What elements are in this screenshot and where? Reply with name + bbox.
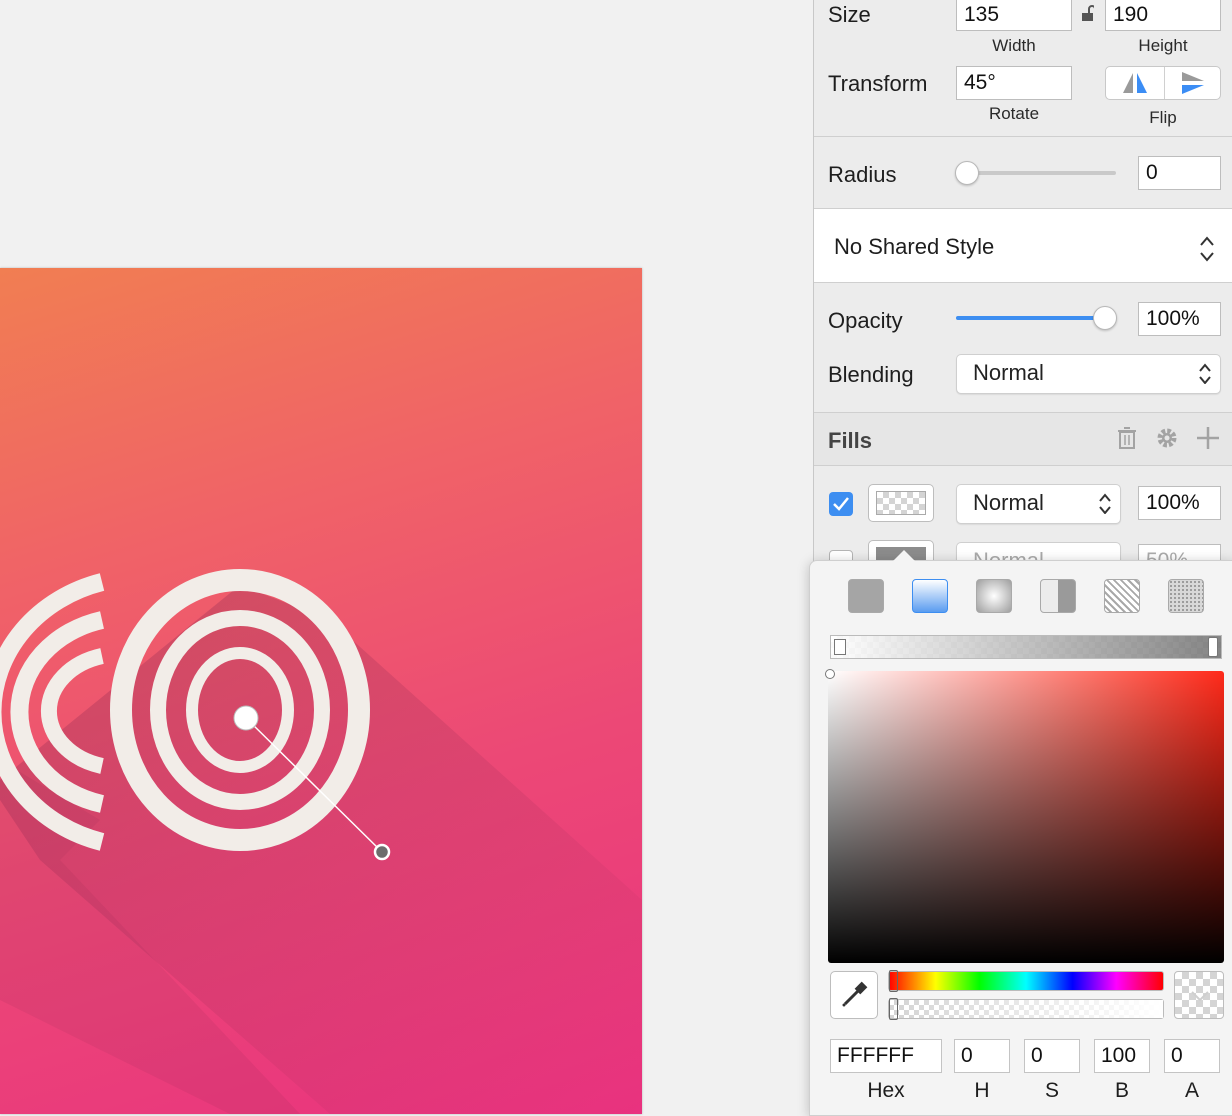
- opacity-label: Opacity: [828, 308, 903, 333]
- color-picker-cursor[interactable]: [825, 669, 835, 679]
- flip-vertical-icon[interactable]: [1164, 67, 1220, 99]
- saturation-field[interactable]: 0: [1024, 1039, 1080, 1073]
- fills-title: Fills: [828, 428, 873, 453]
- fill-blend-value: Normal: [973, 490, 1044, 515]
- flip-button-group: [1105, 66, 1221, 100]
- size-label: Size: [828, 2, 871, 27]
- color-preset-swatch[interactable]: [1174, 971, 1224, 1019]
- eyedropper-button[interactable]: [830, 971, 878, 1019]
- height-label: Height: [1138, 36, 1188, 55]
- gradient-bar[interactable]: [830, 635, 1222, 659]
- radius-field[interactable]: 0: [1138, 156, 1221, 190]
- alpha-field[interactable]: 0: [1164, 1039, 1220, 1073]
- flat-color-button[interactable]: [848, 579, 884, 613]
- radial-gradient-button[interactable]: [976, 579, 1012, 613]
- angular-gradient-button[interactable]: [1040, 579, 1076, 613]
- updown-chevron-icon: [1199, 363, 1211, 384]
- eyedropper-icon: [842, 981, 868, 1007]
- hue-slider[interactable]: [888, 971, 1164, 991]
- updown-chevron-icon: [1099, 493, 1111, 514]
- blending-label: Blending: [828, 362, 914, 387]
- flip-label: Flip: [1149, 108, 1177, 127]
- radius-slider-track[interactable]: [956, 171, 1116, 175]
- hue-slider-knob[interactable]: [889, 970, 898, 992]
- linear-gradient-button[interactable]: [912, 579, 948, 613]
- blending-select[interactable]: Normal: [956, 354, 1221, 394]
- popover-arrow: [892, 550, 916, 562]
- radius-slider-knob[interactable]: [955, 161, 979, 185]
- noise-fill-button[interactable]: [1168, 579, 1204, 613]
- saturation-label: S: [1044, 1079, 1059, 1102]
- lock-icon[interactable]: [1081, 5, 1096, 21]
- fills-header: Fills: [814, 413, 1232, 465]
- brightness-label: B: [1114, 1079, 1129, 1102]
- updown-chevron-icon: [1200, 236, 1214, 262]
- opacity-field[interactable]: 100%: [1138, 302, 1221, 336]
- artboard[interactable]: [0, 268, 642, 1114]
- gradient-stop-end[interactable]: [1208, 637, 1218, 657]
- flip-horizontal-icon[interactable]: [1106, 67, 1165, 99]
- shared-style-value: No Shared Style: [834, 234, 995, 259]
- fill-color-swatch[interactable]: [868, 484, 934, 522]
- alpha-slider-knob[interactable]: [889, 998, 898, 1020]
- pattern-fill-button[interactable]: [1104, 579, 1140, 613]
- alpha-label: A: [1184, 1079, 1199, 1102]
- gradient-stop-start[interactable]: [834, 639, 846, 655]
- color-picker-popover[interactable]: FFFFFF 0 0 100 0 Hex H S B A: [809, 550, 1232, 1116]
- hue-label: H: [974, 1079, 990, 1102]
- hex-label: Hex: [867, 1079, 905, 1102]
- opacity-slider-knob[interactable]: [1093, 306, 1117, 330]
- fill-opacity-field[interactable]: 100%: [1138, 486, 1221, 520]
- plus-icon[interactable]: [1196, 426, 1220, 450]
- rotate-label: Rotate: [988, 104, 1040, 123]
- color-saturation-area[interactable]: [828, 671, 1224, 963]
- gear-icon[interactable]: [1155, 426, 1179, 450]
- radius-label: Radius: [828, 162, 897, 187]
- transform-label: Transform: [828, 71, 928, 96]
- trash-icon[interactable]: [1117, 426, 1137, 450]
- opacity-slider-track[interactable]: [956, 316, 1106, 320]
- blending-value: Normal: [973, 360, 1044, 385]
- hue-field[interactable]: 0: [954, 1039, 1010, 1073]
- width-label: Width: [992, 36, 1036, 55]
- width-field[interactable]: 135: [956, 0, 1072, 31]
- fill-blend-select[interactable]: Normal: [956, 484, 1121, 524]
- gradient-start-handle[interactable]: [233, 705, 259, 731]
- chevron-down-icon: [1191, 991, 1209, 1002]
- alpha-slider[interactable]: [888, 999, 1164, 1019]
- fill-checkbox[interactable]: [829, 492, 853, 516]
- shared-style-dropdown[interactable]: No Shared Style: [814, 209, 1232, 282]
- rotate-field[interactable]: 45°: [956, 66, 1072, 100]
- hex-field[interactable]: FFFFFF: [830, 1039, 942, 1073]
- brightness-field[interactable]: 100: [1094, 1039, 1150, 1073]
- gradient-end-handle[interactable]: [373, 843, 391, 861]
- height-field[interactable]: 190: [1105, 0, 1221, 31]
- logo-artwork[interactable]: [0, 268, 642, 1114]
